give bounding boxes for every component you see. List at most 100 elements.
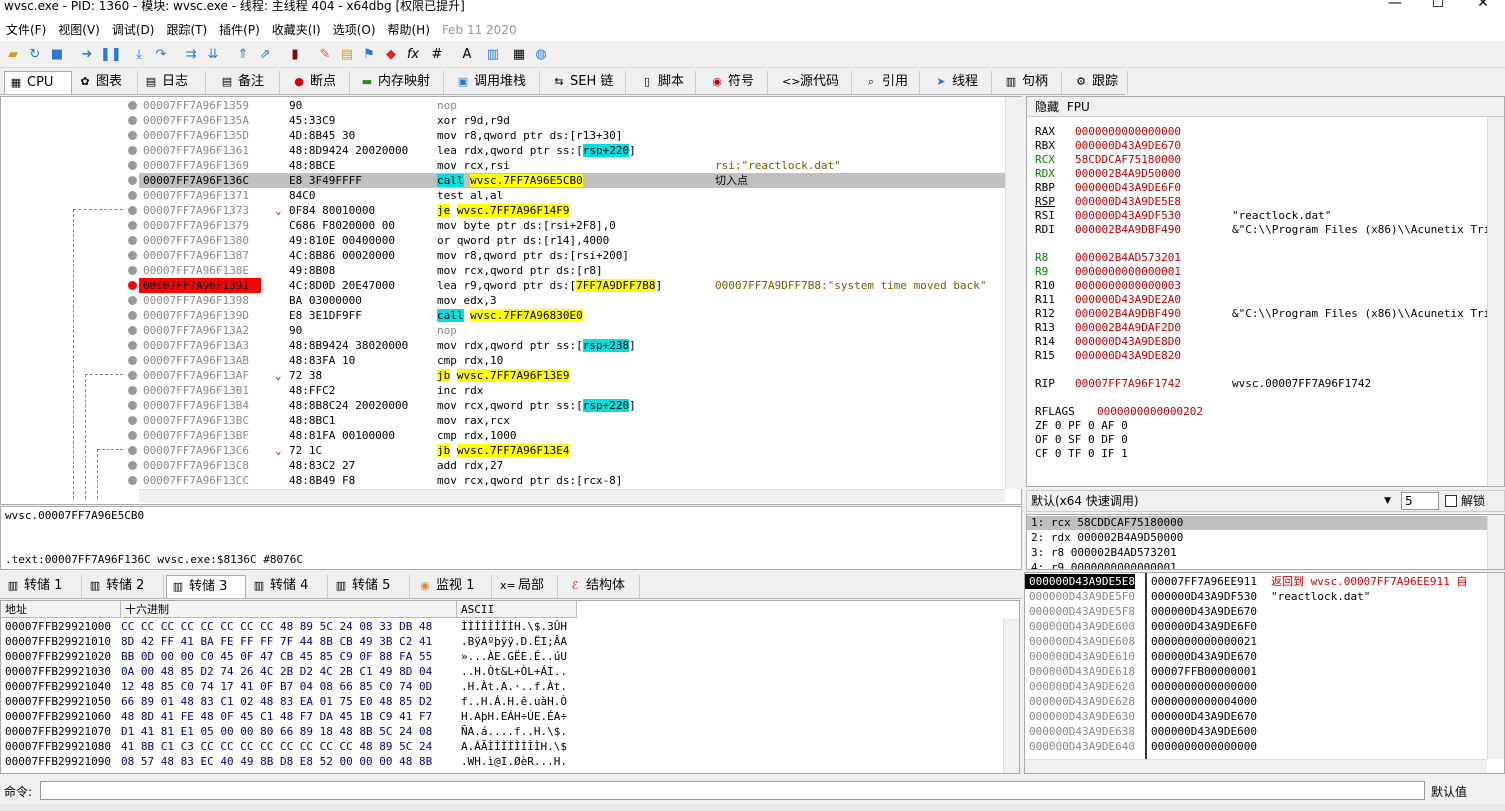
- dump-vscroll[interactable]: [1003, 618, 1019, 773]
- tab-references[interactable]: ⌕ 引用: [860, 71, 920, 94]
- register-rip[interactable]: RIP 00007FF7A96F1742 wvsc.00007FF7A96F1742: [1035, 377, 1371, 391]
- breakpoint-slot-icon[interactable]: [128, 101, 137, 110]
- register-rcx[interactable]: RCX 58CDDCAF75180000: [1035, 153, 1181, 167]
- stack-row[interactable]: 000000D43A9DE620 0000000000000000: [1025, 679, 1487, 694]
- function-icon[interactable]: fx: [404, 46, 422, 64]
- dump-row[interactable]: 00007FFB29921020 BB 0D 00 00 C0 45 0F 47 …: [1, 649, 1001, 664]
- tab-threads[interactable]: ➤ 线程: [930, 71, 992, 94]
- dump-row[interactable]: 00007FFB29921070 D1 41 81 E1 05 00 00 80 …: [1, 724, 1001, 739]
- stack-row[interactable]: 000000D43A9DE5E8 00007FF7A96EE911 返回到 wvsc…: [1025, 574, 1487, 589]
- disasm-row[interactable]: 00007FF7A96F1361 48:8D9424 20020000 lea rd…: [1, 143, 1006, 158]
- execute-till-return-icon[interactable]: ⇑: [234, 46, 252, 64]
- register-rsi[interactable]: RSI 000000D43A9DF530 "reactlock.dat": [1035, 209, 1331, 223]
- breakpoint-slot-icon[interactable]: [128, 161, 137, 170]
- stack-view[interactable]: 000000D43A9DE5E8 00007FF7A96EE911 返回到 wvsc…: [1024, 572, 1505, 774]
- stack-row[interactable]: 000000D43A9DE628 0000000000004000: [1025, 694, 1487, 709]
- breakpoint-slot-icon[interactable]: [128, 251, 137, 260]
- tab-breakpoints[interactable]: ● 断点: [288, 71, 350, 94]
- bookmark-icon[interactable]: ◆: [382, 46, 400, 64]
- breakpoint-slot-icon[interactable]: [128, 431, 137, 440]
- disasm-hscroll[interactable]: [139, 489, 1005, 503]
- trace-over-icon[interactable]: ⇊: [204, 46, 222, 64]
- tab-watch-1[interactable]: ◉ 监视 1: [414, 575, 492, 598]
- breakpoint-icon[interactable]: [128, 281, 137, 290]
- disasm-row[interactable]: 00007FF7A96F135D 4D:8B45 30 mov r8,qword p…: [1, 128, 1006, 143]
- disasm-row[interactable]: 00007FF7A96F13B4 48:8B8C24 20020000 mov rc…: [1, 398, 1006, 413]
- disasm-row[interactable]: 00007FF7A96F13AB 48:83FA 10 cmp rdx,10: [1, 353, 1006, 368]
- breakpoint-slot-icon[interactable]: [128, 131, 137, 140]
- menu-options[interactable]: 选项(O): [327, 20, 382, 40]
- breakpoint-slot-icon[interactable]: [128, 176, 137, 185]
- pause-icon[interactable]: ❚❚: [100, 46, 122, 64]
- tab-dump-5[interactable]: ▥ 转储 5: [330, 575, 410, 598]
- disasm-row[interactable]: 00007FF7A96F13C6 72 1C jb wvsc.7FF7A96F13E…: [1, 443, 1006, 458]
- breakpoint-slot-icon[interactable]: [128, 296, 137, 305]
- disasm-row[interactable]: 00007FF7A96F13BF 48:81FA 00100000 cmp rdx,…: [1, 428, 1006, 443]
- dump-row[interactable]: 00007FFB29921000 CC CC CC CC CC CC CC CC …: [1, 619, 1001, 634]
- register-r13[interactable]: R13 000002B4A9DAF2D0: [1035, 321, 1181, 335]
- flags-row[interactable]: ZF 0 PF 0 AF 0: [1035, 419, 1128, 433]
- stack-row[interactable]: 000000D43A9DE610 000000D43A9DE670: [1025, 649, 1487, 664]
- register-r14[interactable]: R14 000000D43A9DE8D0: [1035, 335, 1181, 349]
- menu-help[interactable]: 帮助(H): [382, 20, 436, 40]
- hide-fpu-button[interactable]: 隐藏: [1035, 100, 1059, 114]
- breakpoint-slot-icon[interactable]: [128, 191, 137, 200]
- tab-seh-chain[interactable]: ⇆ SEH 链: [548, 71, 626, 94]
- breakpoint-slot-icon[interactable]: [128, 446, 137, 455]
- dump-row[interactable]: 00007FFB29921060 48 8D 41 FE 48 0F 45 C1 …: [1, 709, 1001, 724]
- comment-icon[interactable]: ▤: [338, 46, 356, 64]
- breakpoint-slot-icon[interactable]: [128, 476, 137, 485]
- disasm-row[interactable]: 00007FF7A96F135A 45:33C9 xor r9d,r9d: [1, 113, 1006, 128]
- register-rdi[interactable]: RDI 000002B4A9DBF490 &"C:\\Program Files (…: [1035, 223, 1497, 237]
- stack-row[interactable]: 000000D43A9DE600 000000D43A9DE6F0: [1025, 619, 1487, 634]
- stack-row[interactable]: 000000D43A9DE5F0 000000D43A9DF530 "reactlo…: [1025, 589, 1487, 604]
- stop-icon[interactable]: ■: [48, 46, 66, 64]
- disasm-row[interactable]: 00007FF7A96F13A2 90 nop: [1, 323, 1006, 338]
- flags-row[interactable]: CF 0 TF 0 IF 1: [1035, 447, 1128, 461]
- dump-row[interactable]: 00007FFB29921040 12 48 85 C0 74 17 41 0F …: [1, 679, 1001, 694]
- default-script-select[interactable]: 默认值: [1431, 783, 1467, 800]
- menu-file[interactable]: 文件(F): [0, 20, 52, 40]
- breakpoint-slot-icon[interactable]: [128, 326, 137, 335]
- breakpoint-slot-icon[interactable]: [128, 461, 137, 470]
- breakpoint-slot-icon[interactable]: [128, 236, 137, 245]
- tab-graph[interactable]: ✿ 图表: [74, 71, 138, 94]
- call-arguments-view[interactable]: 1: rcx 58CDDCAF75180000 2: rdx 000002B4A…: [1026, 514, 1505, 570]
- register-rflags[interactable]: RFLAGS 0000000000000202: [1035, 405, 1203, 419]
- disasm-row[interactable]: 00007FF7A96F1387 4C:8B86 00020000 mov r8,q…: [1, 248, 1006, 263]
- menu-view[interactable]: 视图(V): [52, 20, 106, 40]
- breakpoint-slot-icon[interactable]: [128, 116, 137, 125]
- registers-view[interactable]: 隐藏 FPU RAX 0000000000000000 RBX 000000D43A9…: [1026, 96, 1505, 487]
- stack-row[interactable]: 000000D43A9DE608 0000000000000021: [1025, 634, 1487, 649]
- menu-favourites[interactable]: 收藏夹(I): [266, 20, 327, 40]
- menu-debug[interactable]: 调试(D): [106, 20, 161, 40]
- register-rax[interactable]: RAX 0000000000000000: [1035, 125, 1181, 139]
- dump-row[interactable]: 00007FFB29921050 66 89 01 48 83 C1 02 48 …: [1, 694, 1001, 709]
- step-over-icon[interactable]: ↷: [152, 46, 170, 64]
- tab-locals[interactable]: x= 局部: [496, 575, 558, 598]
- disasm-row[interactable]: 00007FF7A96F1391 4C:8D0D 20E47000 lea r9,q…: [1, 278, 1006, 293]
- stack-row[interactable]: 000000D43A9DE638 000000D43A9DE600: [1025, 724, 1487, 739]
- command-input[interactable]: [40, 781, 1425, 800]
- step-into-icon[interactable]: ⤓: [130, 46, 148, 64]
- register-rbx[interactable]: RBX 000000D43A9DE670: [1035, 139, 1181, 153]
- calling-convention-select[interactable]: 默认(x64 快速调用) ▼: [1029, 492, 1395, 510]
- stack-hscroll[interactable]: [1025, 759, 1487, 773]
- flags-row[interactable]: OF 0 SF 0 DF 0: [1035, 433, 1128, 447]
- register-r15[interactable]: R15 000000D43A9DE820: [1035, 349, 1181, 363]
- breakpoint-slot-icon[interactable]: [128, 206, 137, 215]
- disasm-row[interactable]: 00007FF7A96F1359 90 nop: [1, 98, 1006, 113]
- callargs-vscroll[interactable]: [1487, 515, 1504, 569]
- disasm-row[interactable]: 00007FF7A96F13BC 48:8BC1 mov rax,rcx: [1, 413, 1006, 428]
- disasm-row[interactable]: 00007FF7A96F139D E8 3E1DF9FF call wvsc.7FF…: [1, 308, 1006, 323]
- register-rdx[interactable]: RDX 000002B4A9D50000: [1035, 167, 1181, 181]
- breakpoint-slot-icon[interactable]: [128, 146, 137, 155]
- register-r11[interactable]: R11 000000D43A9DE2A0: [1035, 293, 1181, 307]
- tab-dump-1[interactable]: ▥ 转储 1: [2, 575, 82, 598]
- menu-trace[interactable]: 跟踪(T): [160, 20, 213, 40]
- disasm-row[interactable]: 00007FF7A96F1373 0F84 80010000 je wvsc.7FF…: [1, 203, 1006, 218]
- disasm-row[interactable]: 00007FF7A96F1379 C686 F8020000 00 mov byte…: [1, 218, 1006, 233]
- register-rsp[interactable]: RSP 000000D43A9DE5E8: [1035, 195, 1181, 209]
- register-r12[interactable]: R12 000002B4A9DBF490 &"C:\\Program Files (…: [1035, 307, 1497, 321]
- dump-row[interactable]: 00007FFB29921080 41 8B C1 C3 CC CC CC CC …: [1, 739, 1001, 754]
